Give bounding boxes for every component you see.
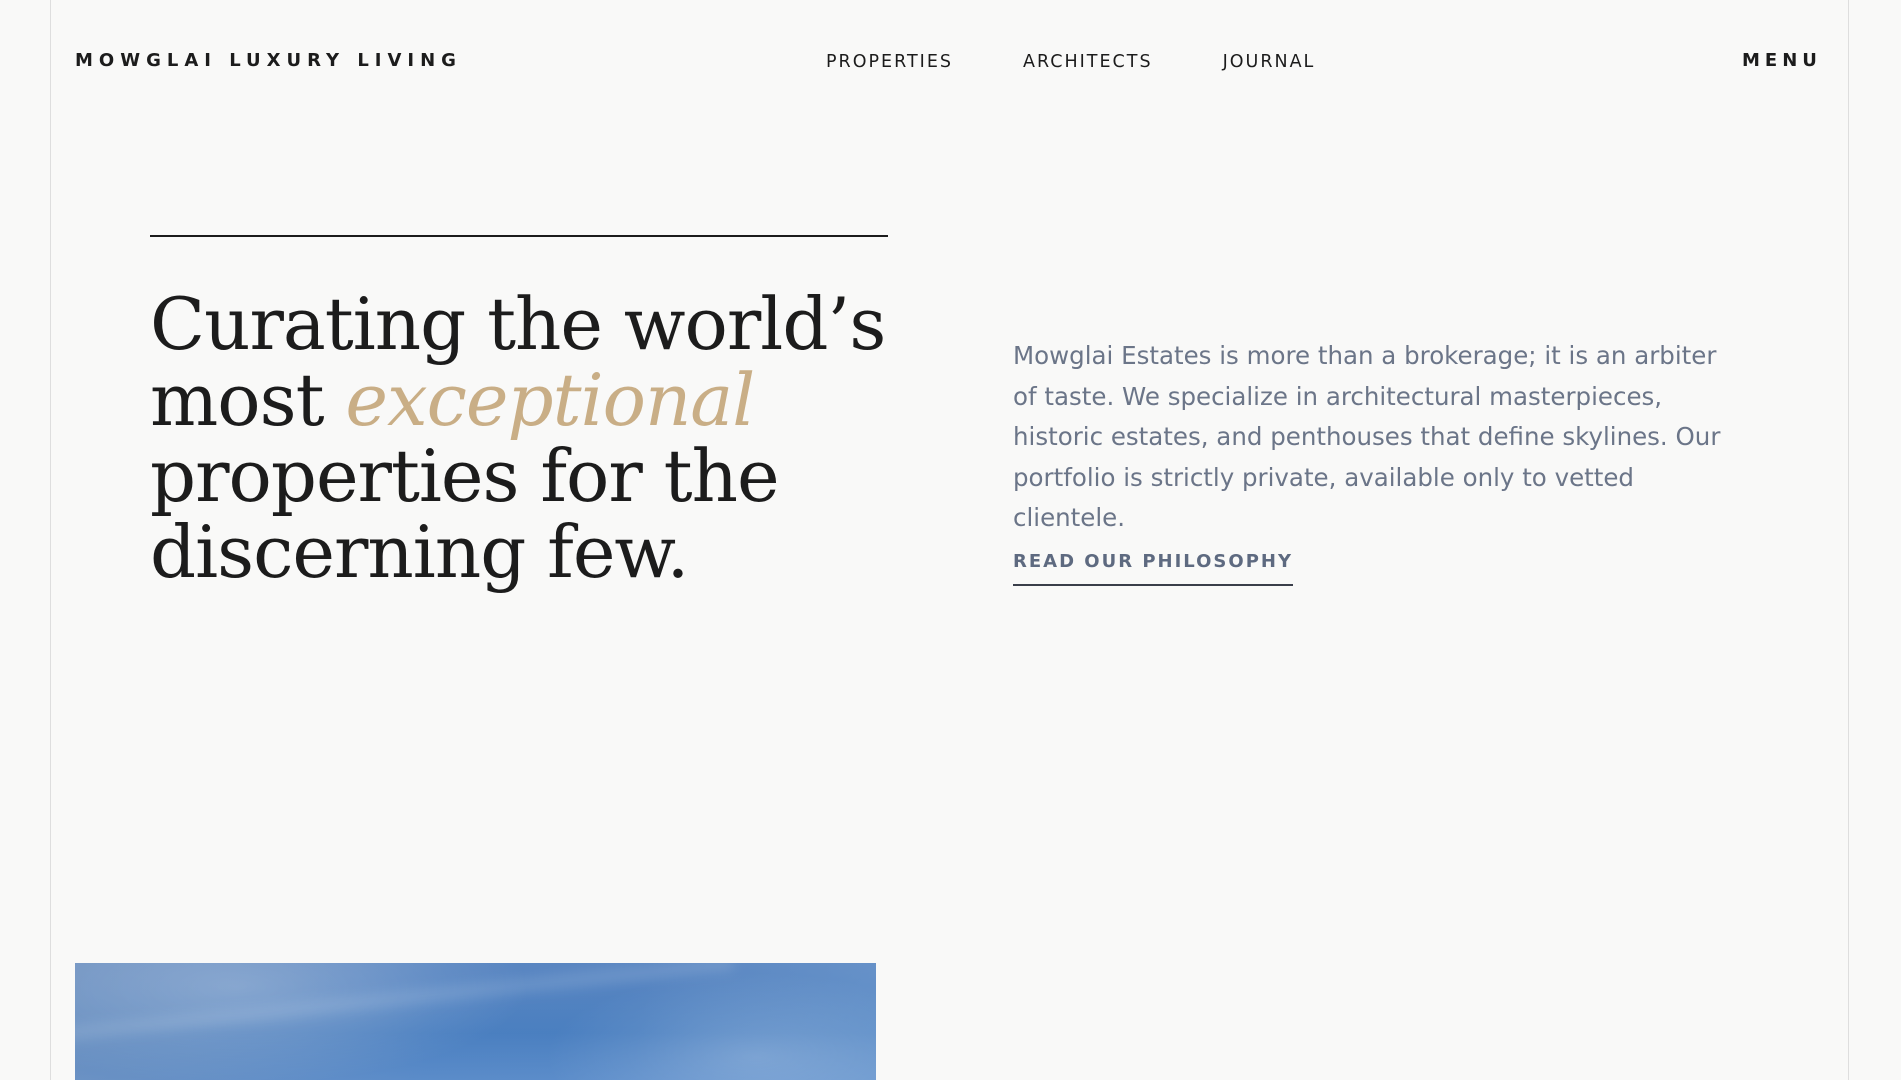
main-nav: PROPERTIES ARCHITECTS JOURNAL <box>826 52 1385 72</box>
headline-accent-word: exceptional <box>345 358 755 442</box>
headline-line-1: Curating the world’s <box>150 282 886 366</box>
brand-logo[interactable]: MOWGLAI LUXURY LIVING <box>75 50 462 71</box>
nav-journal[interactable]: JOURNAL <box>1223 52 1316 72</box>
nav-properties[interactable]: PROPERTIES <box>826 52 953 72</box>
hero-intro-text: Mowglai Estates is more than a brokerage… <box>1013 341 1721 532</box>
hero-headline: Curating the world’s most exceptional prop… <box>150 286 910 590</box>
nav-architects[interactable]: ARCHITECTS <box>1023 52 1153 72</box>
headline-line-2-prefix: most <box>150 358 346 442</box>
headline-line-4: discerning few. <box>150 510 689 594</box>
headline-divider <box>150 235 888 237</box>
headline-line-3: properties for the <box>150 434 780 518</box>
property-sky-image <box>75 963 876 1080</box>
menu-button[interactable]: MENU <box>1742 50 1822 71</box>
read-philosophy-link[interactable]: READ OUR PHILOSOPHY <box>1013 551 1293 586</box>
